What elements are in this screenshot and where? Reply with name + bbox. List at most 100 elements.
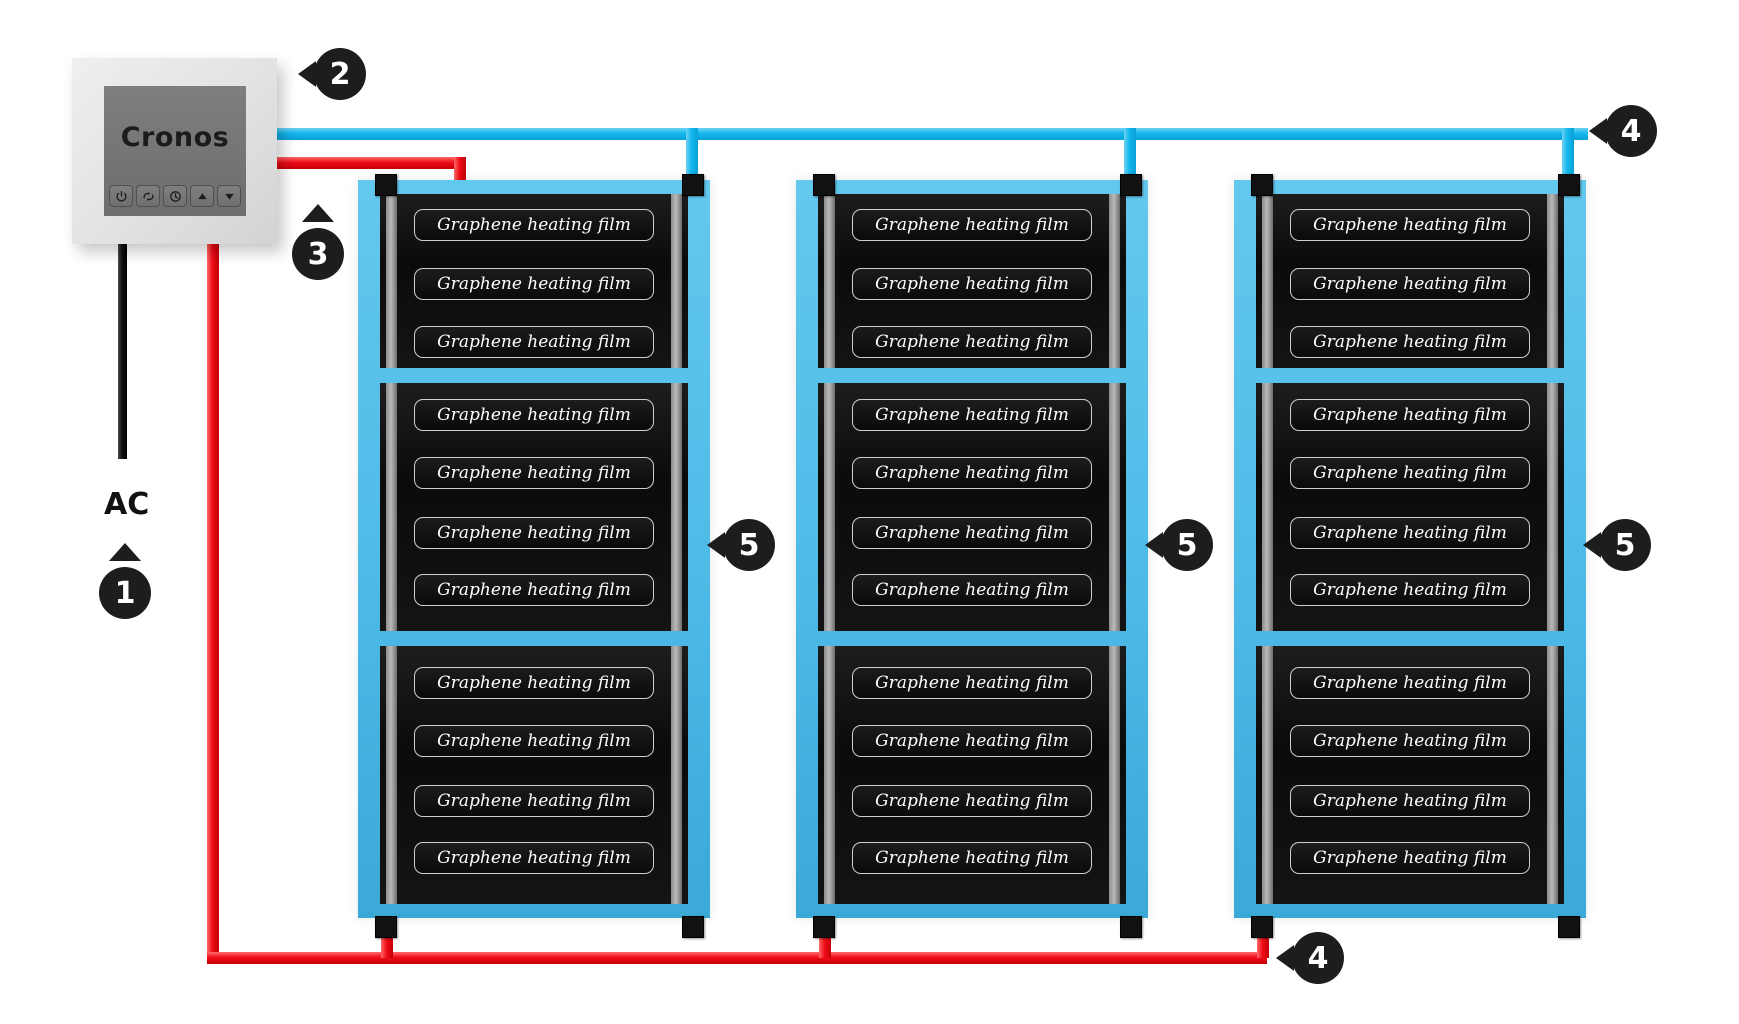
film-strip[interactable]: Graphene heating film xyxy=(414,785,654,817)
mat3-connector-bottom-right[interactable] xyxy=(1558,916,1580,938)
film-strip[interactable]: Graphene heating film xyxy=(1290,209,1530,241)
film-strip[interactable]: Graphene heating film xyxy=(852,209,1092,241)
ac-supply-cable xyxy=(118,244,127,459)
film-strip[interactable]: Graphene heating film xyxy=(852,326,1092,358)
film-strip[interactable]: Graphene heating film xyxy=(852,667,1092,699)
film-strip[interactable]: Graphene heating film xyxy=(852,574,1092,606)
callout-badge[interactable]: 5 xyxy=(1599,519,1651,571)
callout-badge[interactable]: 2 xyxy=(314,48,366,100)
film-label: Graphene heating film xyxy=(1313,523,1507,543)
film-strip[interactable]: Graphene heating film xyxy=(414,209,654,241)
busbar-right xyxy=(1109,194,1120,368)
film-strip[interactable]: Graphene heating film xyxy=(1290,268,1530,300)
red-return-horizontal xyxy=(207,952,1267,964)
mat2-section-1: Graphene heating film Graphene heating f… xyxy=(818,194,1126,368)
busbar-left xyxy=(824,646,835,904)
callout-number: 5 xyxy=(1614,527,1636,563)
mat2-connector-bottom-left[interactable] xyxy=(813,916,835,938)
film-strip[interactable]: Graphene heating film xyxy=(852,725,1092,757)
film-strip[interactable]: Graphene heating film xyxy=(852,517,1092,549)
mode-cycle-icon[interactable] xyxy=(136,185,160,207)
film-label: Graphene heating film xyxy=(875,580,1069,600)
heating-mat-2[interactable]: Graphene heating film Graphene heating f… xyxy=(796,180,1148,918)
mat1-connector-bottom-right[interactable] xyxy=(682,916,704,938)
film-label: Graphene heating film xyxy=(1313,332,1507,352)
thermostat-controller[interactable]: Cronos xyxy=(72,58,277,244)
mat1-connector-bottom-left[interactable] xyxy=(375,916,397,938)
film-strip[interactable]: Graphene heating film xyxy=(1290,326,1530,358)
mat3-connector-top-left[interactable] xyxy=(1251,174,1273,196)
callout-pointer-up xyxy=(302,204,334,222)
film-strip[interactable]: Graphene heating film xyxy=(414,725,654,757)
film-label: Graphene heating film xyxy=(437,791,631,811)
busbar-left xyxy=(386,383,397,631)
callout-badge[interactable]: 1 xyxy=(99,567,151,619)
film-strip[interactable]: Graphene heating film xyxy=(1290,517,1530,549)
film-strip[interactable]: Graphene heating film xyxy=(852,842,1092,874)
film-strip[interactable]: Graphene heating film xyxy=(414,667,654,699)
power-icon[interactable] xyxy=(109,185,133,207)
mat2-section-3: Graphene heating film Graphene heating f… xyxy=(818,646,1126,904)
busbar-right xyxy=(1547,194,1558,368)
mat3-connector-bottom-left[interactable] xyxy=(1251,916,1273,938)
film-strip[interactable]: Graphene heating film xyxy=(1290,399,1530,431)
mat2-section-2: Graphene heating film Graphene heating f… xyxy=(818,383,1126,631)
film-strip[interactable]: Graphene heating film xyxy=(1290,842,1530,874)
film-strip[interactable]: Graphene heating film xyxy=(414,574,654,606)
film-strip[interactable]: Graphene heating film xyxy=(1290,574,1530,606)
film-label: Graphene heating film xyxy=(1313,274,1507,294)
mat1-connector-top-left[interactable] xyxy=(375,174,397,196)
film-label: Graphene heating film xyxy=(875,274,1069,294)
film-label: Graphene heating film xyxy=(437,523,631,543)
film-strip[interactable]: Graphene heating film xyxy=(414,457,654,489)
film-label: Graphene heating film xyxy=(437,848,631,868)
mat1-connector-top-right[interactable] xyxy=(682,174,704,196)
thermostat-button-row xyxy=(109,185,241,207)
heating-mat-1[interactable]: Graphene heating film Graphene heating f… xyxy=(358,180,710,918)
film-strip[interactable]: Graphene heating film xyxy=(852,268,1092,300)
film-label: Graphene heating film xyxy=(437,731,631,751)
film-strip[interactable]: Graphene heating film xyxy=(414,326,654,358)
callout-badge[interactable]: 4 xyxy=(1292,932,1344,984)
callout-pointer-up xyxy=(109,543,141,561)
mat3-section-1: Graphene heating film Graphene heating f… xyxy=(1256,194,1564,368)
mat2-connector-bottom-right[interactable] xyxy=(1120,916,1142,938)
callout-number: 5 xyxy=(1176,527,1198,563)
film-label: Graphene heating film xyxy=(1313,731,1507,751)
callout-badge[interactable]: 3 xyxy=(292,228,344,280)
busbar-right xyxy=(671,646,682,904)
callout-badge[interactable]: 5 xyxy=(1161,519,1213,571)
film-strip[interactable]: Graphene heating film xyxy=(414,268,654,300)
film-strip[interactable]: Graphene heating film xyxy=(1290,457,1530,489)
busbar-right xyxy=(671,383,682,631)
arrow-down-icon[interactable] xyxy=(217,185,241,207)
film-label: Graphene heating film xyxy=(875,215,1069,235)
arrow-up-icon[interactable] xyxy=(190,185,214,207)
callout-number: 4 xyxy=(1620,113,1642,149)
film-strip[interactable]: Graphene heating film xyxy=(852,457,1092,489)
film-label: Graphene heating film xyxy=(437,463,631,483)
film-strip[interactable]: Graphene heating film xyxy=(1290,725,1530,757)
busbar-right xyxy=(1109,383,1120,631)
film-strip[interactable]: Graphene heating film xyxy=(414,399,654,431)
film-label: Graphene heating film xyxy=(437,215,631,235)
film-strip[interactable]: Graphene heating film xyxy=(414,517,654,549)
film-strip[interactable]: Graphene heating film xyxy=(1290,667,1530,699)
film-label: Graphene heating film xyxy=(875,731,1069,751)
film-strip[interactable]: Graphene heating film xyxy=(1290,785,1530,817)
busbar-left xyxy=(386,194,397,368)
film-strip[interactable]: Graphene heating film xyxy=(852,399,1092,431)
film-strip[interactable]: Graphene heating film xyxy=(414,842,654,874)
callout-badge[interactable]: 4 xyxy=(1605,105,1657,157)
film-strip[interactable]: Graphene heating film xyxy=(852,785,1092,817)
film-label: Graphene heating film xyxy=(875,405,1069,425)
mat2-connector-top-left[interactable] xyxy=(813,174,835,196)
film-label: Graphene heating film xyxy=(437,405,631,425)
heating-mat-3[interactable]: Graphene heating film Graphene heating f… xyxy=(1234,180,1586,918)
film-label: Graphene heating film xyxy=(1313,848,1507,868)
callout-badge[interactable]: 5 xyxy=(723,519,775,571)
red-return-vertical xyxy=(207,244,219,964)
mat3-connector-top-right[interactable] xyxy=(1558,174,1580,196)
mat2-connector-top-right[interactable] xyxy=(1120,174,1142,196)
clock-icon[interactable] xyxy=(163,185,187,207)
